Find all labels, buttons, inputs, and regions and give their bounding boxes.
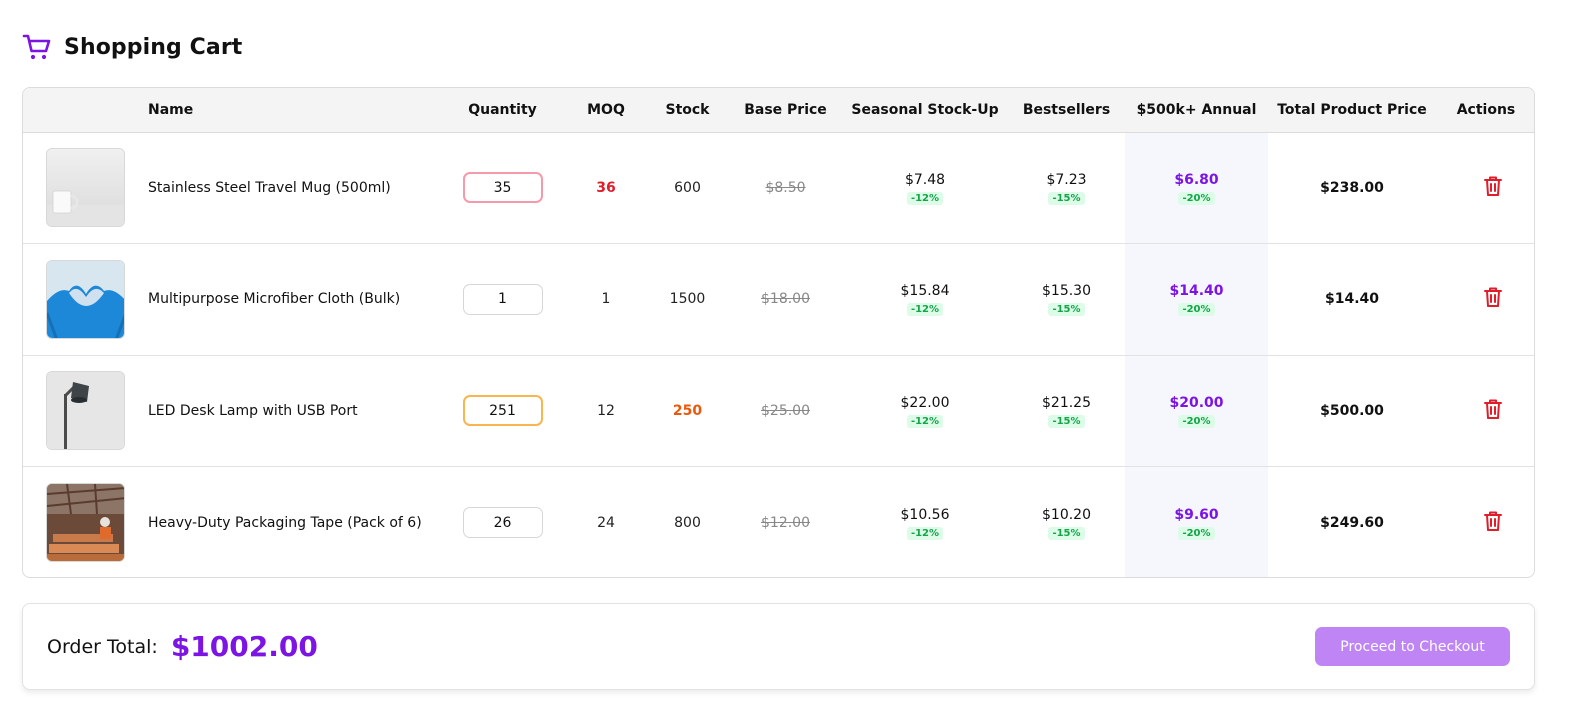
moq-value: 36 — [596, 179, 616, 196]
base-price: $8.50 — [765, 179, 806, 196]
discount-badge: -15% — [1048, 191, 1085, 205]
delete-item-button[interactable] — [1484, 176, 1502, 196]
base-price: $25.00 — [761, 402, 810, 419]
order-total-amount: $1002.00 — [170, 630, 318, 663]
order-total-label: Order Total: — [47, 635, 158, 658]
discount-badge: -12% — [906, 303, 944, 317]
order-summary-bar: Order Total: $1002.00 Proceed to Checkou… — [22, 603, 1535, 690]
total-product-price: $14.40 — [1324, 291, 1380, 308]
stock-value: 1500 — [669, 291, 706, 308]
discount-badge: -15% — [1048, 303, 1085, 317]
table-row: LED Desk Lamp with USB Port 12 250 $25.0… — [23, 355, 1534, 467]
discount-badge: -20% — [1178, 303, 1215, 317]
bestsellers-price: $15.30 — [1042, 283, 1091, 300]
trash-icon — [1484, 176, 1502, 196]
moq-value: 12 — [597, 402, 615, 419]
column-header-name: Name — [148, 88, 439, 133]
cart-table: Name Quantity MOQ Stock Base Price Seaso… — [23, 88, 1534, 577]
product-name: Multipurpose Microfiber Cloth (Bulk) — [148, 291, 401, 308]
product-image-mug — [46, 148, 125, 228]
column-header-stock: Stock — [646, 88, 729, 133]
column-header-seasonal-stock-up: Seasonal Stock-Up — [842, 88, 1008, 133]
quantity-input[interactable] — [462, 507, 543, 538]
stock-value: 600 — [674, 179, 701, 196]
bestsellers-price: $21.25 — [1042, 394, 1091, 411]
product-name: LED Desk Lamp with USB Port — [148, 402, 358, 419]
column-header-total-product-price: Total Product Price — [1268, 88, 1436, 133]
seasonal-price: $10.56 — [900, 506, 950, 523]
cart-table-card: Name Quantity MOQ Stock Base Price Seaso… — [22, 87, 1535, 578]
shopping-cart-page: Shopping Cart Name Quantity MOQ Stock Ba… — [0, 0, 1591, 726]
annual-price: $9.60 — [1174, 506, 1219, 523]
column-header-image — [23, 88, 148, 133]
shopping-cart-icon — [22, 32, 52, 62]
annual-price: $20.00 — [1169, 394, 1224, 411]
discount-badge: -20% — [1178, 526, 1215, 540]
product-image-cloth — [46, 259, 125, 339]
product-name: Heavy-Duty Packaging Tape (Pack of 6) — [148, 514, 422, 531]
total-product-price: $249.60 — [1320, 514, 1384, 531]
moq-value: 1 — [601, 291, 611, 308]
delete-item-button[interactable] — [1484, 399, 1502, 419]
column-header-base-price: Base Price — [729, 88, 842, 133]
base-price: $12.00 — [761, 514, 810, 531]
proceed-to-checkout-button[interactable]: Proceed to Checkout — [1315, 627, 1510, 666]
page-title: Shopping Cart — [64, 34, 243, 60]
discount-badge: -20% — [1178, 191, 1215, 205]
discount-badge: -12% — [906, 526, 944, 540]
product-image-tape — [46, 483, 125, 562]
total-product-price: $238.00 — [1320, 179, 1384, 196]
delete-item-button[interactable] — [1484, 511, 1502, 531]
product-name: Stainless Steel Travel Mug (500ml) — [148, 179, 391, 196]
stock-value: 250 — [672, 402, 703, 419]
table-row: Heavy-Duty Packaging Tape (Pack of 6) 24… — [23, 466, 1534, 577]
total-product-price: $500.00 — [1320, 402, 1384, 419]
quantity-input[interactable] — [462, 395, 543, 427]
annual-price: $6.80 — [1174, 171, 1219, 188]
trash-icon — [1484, 511, 1502, 531]
bestsellers-price: $7.23 — [1046, 171, 1087, 188]
moq-value: 24 — [597, 514, 615, 531]
annual-price: $14.40 — [1169, 283, 1224, 300]
product-image-lamp — [46, 371, 125, 451]
seasonal-price: $22.00 — [900, 394, 950, 411]
quantity-input[interactable] — [462, 283, 543, 315]
page-header: Shopping Cart — [22, 30, 242, 64]
discount-badge: -12% — [906, 191, 944, 205]
column-header-annual: $500k+ Annual — [1125, 88, 1268, 133]
discount-badge: -15% — [1048, 414, 1085, 428]
table-header-row: Name Quantity MOQ Stock Base Price Seaso… — [23, 88, 1534, 133]
stock-value: 800 — [674, 514, 701, 531]
discount-badge: -12% — [906, 414, 944, 428]
column-header-quantity: Quantity — [439, 88, 566, 133]
column-header-actions: Actions — [1436, 88, 1534, 133]
discount-badge: -20% — [1178, 414, 1215, 428]
column-header-moq: MOQ — [566, 88, 646, 133]
column-header-bestsellers: Bestsellers — [1008, 88, 1125, 133]
quantity-input[interactable] — [462, 172, 543, 204]
delete-item-button[interactable] — [1484, 287, 1502, 308]
seasonal-price: $7.48 — [904, 171, 946, 188]
base-price: $18.00 — [761, 291, 810, 308]
discount-badge: -15% — [1048, 526, 1085, 540]
trash-icon — [1484, 287, 1502, 308]
table-row: Multipurpose Microfiber Cloth (Bulk) 1 1… — [23, 243, 1534, 355]
bestsellers-price: $10.20 — [1042, 506, 1091, 523]
seasonal-price: $15.84 — [900, 283, 950, 300]
trash-icon — [1484, 399, 1502, 419]
table-row: Stainless Steel Travel Mug (500ml) 36 60… — [23, 132, 1534, 244]
